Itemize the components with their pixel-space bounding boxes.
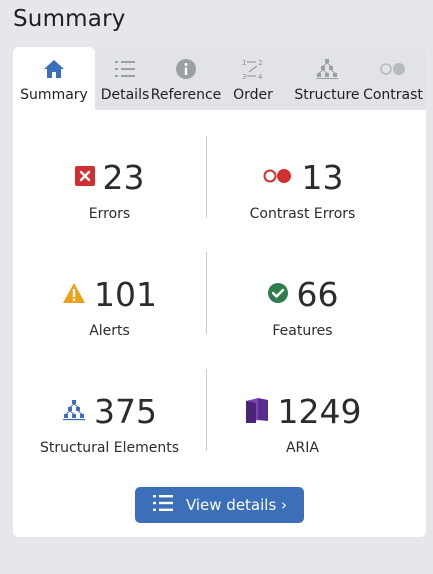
structure-icon [315, 56, 339, 82]
stat-contrast-errors[interactable]: 13 Contrast Errors [206, 158, 399, 222]
svg-text:2: 2 [258, 59, 262, 67]
alerts-count: 101 [94, 275, 157, 314]
tab-structure-label: Structure [294, 87, 360, 103]
view-details-button[interactable]: View details › [135, 487, 304, 523]
list-icon [152, 494, 174, 516]
aria-icon [244, 397, 270, 427]
tab-reference[interactable]: Reference [151, 47, 221, 110]
tab-bar: Summary Details Reference 1 2 3 4 Order … [13, 47, 426, 110]
tab-contrast[interactable]: Contrast [360, 47, 426, 110]
stat-errors[interactable]: 23 Errors [13, 158, 206, 222]
tab-structure[interactable]: Structure [290, 47, 364, 110]
errors-count: 23 [102, 158, 145, 197]
tab-details[interactable]: Details [95, 47, 155, 110]
tab-order[interactable]: 1 2 3 4 Order [225, 47, 281, 110]
structure-icon [62, 399, 86, 425]
summary-panel: Summary Details Reference 1 2 3 4 Order … [13, 47, 426, 537]
contrast-errors-count: 13 [301, 158, 344, 197]
aria-label: ARIA [285, 440, 319, 456]
info-icon [175, 56, 197, 82]
svg-text:3: 3 [242, 73, 246, 81]
alert-icon [62, 282, 86, 308]
list-icon [114, 56, 136, 82]
contrast-errors-label: Contrast Errors [249, 206, 356, 222]
structural-elements-count: 375 [94, 392, 157, 431]
stat-structural-elements[interactable]: 375 Structural Elements [13, 392, 206, 456]
tab-order-label: Order [233, 87, 273, 103]
view-details-label: View details › [185, 496, 288, 514]
home-icon [43, 56, 65, 82]
error-icon [74, 166, 95, 190]
structural-elements-label: Structural Elements [40, 440, 179, 456]
features-count: 66 [296, 275, 339, 314]
svg-text:4: 4 [258, 73, 263, 81]
stat-features[interactable]: 66 Features [206, 275, 399, 339]
errors-label: Errors [88, 206, 131, 222]
tab-details-label: Details [100, 87, 150, 103]
contrast-error-icon [262, 168, 294, 188]
svg-text:1: 1 [242, 59, 246, 67]
tab-summary-label: Summary [20, 87, 88, 103]
tab-contrast-label: Contrast [363, 87, 423, 103]
stat-aria[interactable]: 1249 ARIA [206, 392, 399, 456]
order-icon: 1 2 3 4 [241, 56, 265, 82]
page-title: Summary [13, 6, 126, 32]
stat-alerts[interactable]: 101 Alerts [13, 275, 206, 339]
tab-summary[interactable]: Summary [13, 47, 95, 110]
features-label: Features [272, 323, 333, 339]
feature-icon [267, 282, 289, 308]
aria-count: 1249 [277, 392, 362, 431]
alerts-label: Alerts [89, 323, 130, 339]
tab-reference-label: Reference [150, 87, 222, 103]
contrast-icon [378, 56, 408, 82]
